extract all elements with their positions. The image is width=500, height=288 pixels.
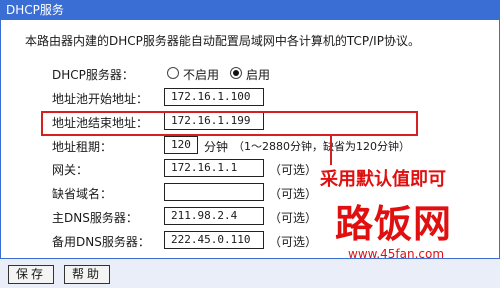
site-watermark-logo: 路饭网 — [335, 202, 453, 246]
dhcp-disable-label[interactable]: 不启用 — [183, 66, 219, 83]
default-value-callout: 采用默认值即可 — [320, 169, 446, 190]
help-button[interactable]: 帮助 — [64, 265, 110, 284]
footer-button-bar: 保存 帮助 — [0, 258, 500, 288]
gateway-label: 网关： — [52, 163, 89, 177]
dhcp-enable-label[interactable]: 启用 — [246, 66, 270, 83]
window-title: DHCP服务 — [6, 3, 64, 17]
dns-backup-label: 备用DNS服务器： — [52, 235, 150, 249]
domain-label: 缺省域名： — [52, 187, 113, 201]
dns-backup-optional-hint: （可选） — [269, 235, 318, 249]
gateway-optional-hint: （可选） — [269, 163, 318, 177]
lease-input[interactable]: 120 — [164, 136, 198, 154]
dhcp-server-label: DHCP服务器： — [52, 68, 134, 82]
dns-primary-input[interactable]: 211.98.2.4 — [164, 207, 264, 225]
pool-start-input[interactable]: 172.16.1.100 — [164, 88, 264, 106]
window-title-bar: DHCP服务 — [0, 0, 500, 20]
dns-primary-optional-hint: （可选） — [269, 211, 318, 225]
domain-input[interactable] — [164, 183, 264, 201]
pool-start-label: 地址池开始地址： — [52, 92, 149, 106]
gateway-input[interactable]: 172.16.1.1 — [164, 159, 264, 177]
dhcp-enable-radio[interactable] — [230, 67, 242, 79]
save-button[interactable]: 保存 — [8, 265, 54, 284]
lease-hint: （1～2880分钟，缺省为120分钟） — [233, 140, 410, 153]
intro-text: 本路由器内建的DHCP服务器能自动配置局域网中各计算机的TCP/IP协议。 — [25, 34, 420, 48]
dhcp-disable-radio[interactable] — [167, 67, 179, 79]
domain-optional-hint: （可选） — [269, 187, 318, 201]
lease-highlight-box — [41, 111, 418, 136]
dns-primary-label: 主DNS服务器： — [52, 211, 138, 225]
lease-unit: 分钟 — [204, 140, 229, 154]
callout-line — [330, 135, 332, 165]
lease-label: 地址租期： — [52, 140, 113, 154]
dns-backup-input[interactable]: 222.45.0.110 — [164, 231, 264, 249]
